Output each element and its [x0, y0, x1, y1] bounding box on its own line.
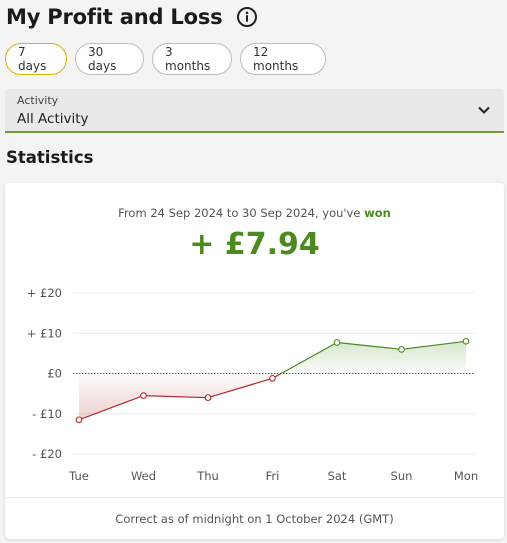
y-tick-label: + £20	[27, 286, 62, 300]
footer-note: Correct as of midnight on 1 October 2024…	[115, 512, 394, 526]
profit-loss-chart: + £20 + £10 £0 - £10 - £20 Tue Wed Thu Fri Sat Sun…	[27, 286, 478, 483]
tab-30-days[interactable]: 30 days	[75, 43, 144, 75]
data-point-sat	[333, 339, 341, 346]
y-tick-label: £0	[47, 367, 62, 381]
y-tick-label: - £20	[32, 447, 62, 461]
data-point-tue	[75, 416, 83, 424]
y-tick-label: - £10	[32, 407, 62, 421]
info-icon[interactable]	[236, 6, 258, 28]
activity-select[interactable]: Activity All Activity	[5, 89, 504, 133]
data-point-fri	[269, 374, 276, 382]
x-tick-label: Tue	[68, 469, 89, 483]
period-tabs: 7 days 30 days 3 months 12 months	[5, 43, 326, 75]
x-tick-label: Wed	[131, 469, 156, 483]
header: My Profit and Loss	[6, 2, 258, 32]
statistics-title: Statistics	[6, 148, 94, 167]
x-tick-label: Sun	[391, 469, 413, 483]
statistics-card: From 24 Sep 2024 to 30 Sep 2024, you've …	[5, 183, 504, 539]
activity-select-value: All Activity	[17, 111, 89, 127]
x-tick-label: Fri	[266, 469, 280, 483]
page-title: My Profit and Loss	[6, 5, 223, 29]
data-point-sun	[398, 346, 405, 353]
data-point-wed	[140, 392, 147, 399]
tab-7-days[interactable]: 7 days	[5, 43, 67, 75]
y-tick-label: + £10	[27, 326, 62, 340]
tab-12-months[interactable]: 12 months	[240, 43, 326, 75]
data-point-mon	[462, 337, 470, 345]
x-tick-label: Mon	[454, 469, 478, 483]
chevron-down-icon	[478, 106, 490, 114]
divider	[5, 497, 504, 498]
tab-3-months[interactable]: 3 months	[152, 43, 232, 75]
x-tick-label: Sat	[328, 469, 347, 483]
x-tick-label: Thu	[196, 469, 219, 483]
activity-select-label: Activity	[17, 94, 59, 107]
data-point-thu	[204, 394, 212, 401]
